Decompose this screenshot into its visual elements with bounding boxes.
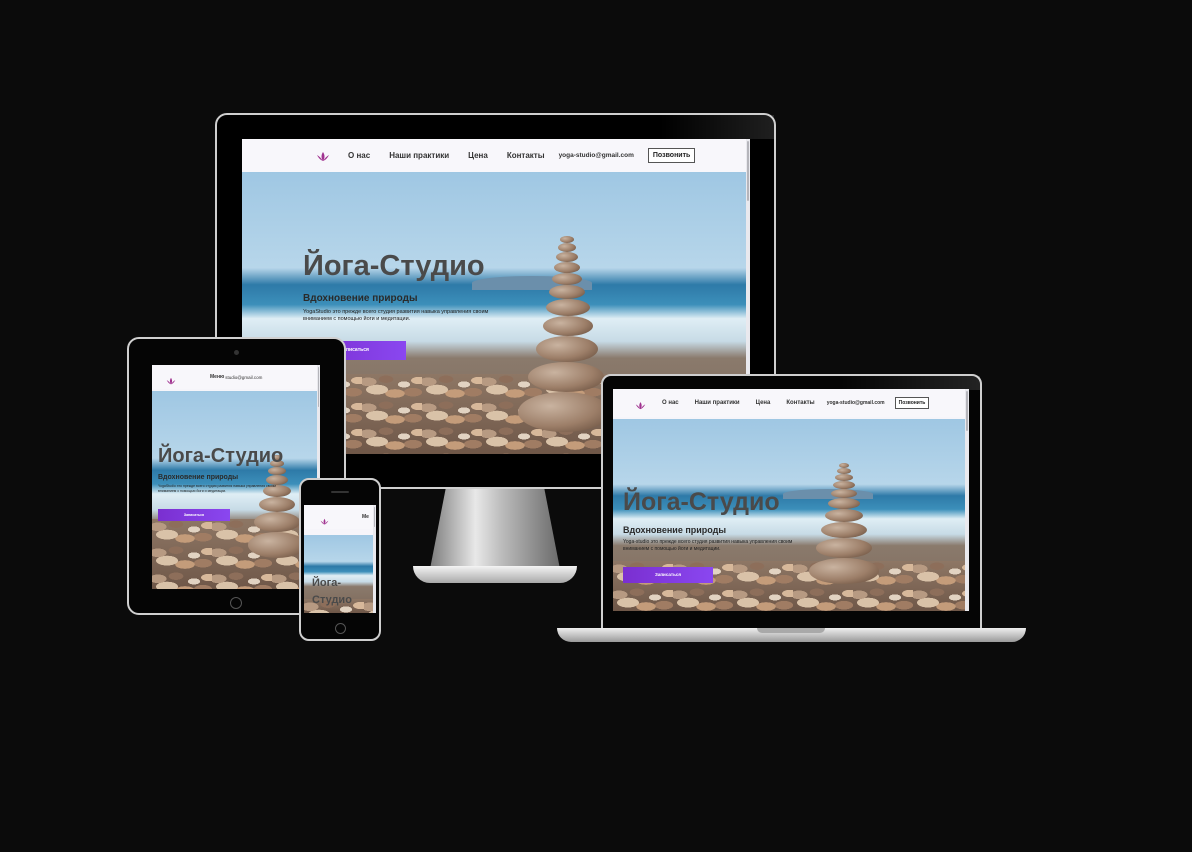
tablet-home-button[interactable] xyxy=(230,597,242,609)
lotus-icon[interactable] xyxy=(635,398,646,410)
nav-link-practices[interactable]: Наши практики xyxy=(695,400,740,406)
hero-description: Yoga-studio это прежде всего студия разв… xyxy=(623,539,793,552)
monitor-base xyxy=(413,566,577,583)
phone-home-button[interactable] xyxy=(335,623,346,634)
laptop-screen: О нас Наши практики Цена Контакты yoga-s… xyxy=(613,389,969,611)
nav-link-practices[interactable]: Наши практики xyxy=(389,151,449,160)
call-button[interactable]: Позвонить xyxy=(894,397,930,409)
hero-title-line2: Студио xyxy=(312,594,352,606)
hero-title: Йога-Студио xyxy=(623,488,780,516)
hero-description: YogaStudio это прежде всего студия разви… xyxy=(303,309,489,322)
tablet-hero: Йога-Студио Вдохновение природы YogaStud… xyxy=(152,391,320,589)
hero-title: Йога-Студио xyxy=(303,250,485,282)
tablet-email[interactable]: studio@gmail.com xyxy=(225,375,262,380)
lotus-icon[interactable] xyxy=(166,373,176,384)
nav-email[interactable]: yoga-studio@gmail.com xyxy=(559,152,634,159)
hero-title-line1: Йога- xyxy=(312,577,341,589)
tablet-menu-button[interactable]: Меню xyxy=(210,374,224,380)
phone-speaker xyxy=(331,491,349,493)
hero-subtitle: Вдохновение природы xyxy=(158,474,239,481)
lotus-icon[interactable] xyxy=(320,513,329,525)
laptop-hero: Йога-Студио Вдохновение природы Yoga-stu… xyxy=(613,419,969,611)
monitor-glare xyxy=(660,115,774,139)
phone-screen: Me Йога- Студио xyxy=(304,505,376,613)
laptop-notch xyxy=(757,628,825,633)
laptop-navbar: О нас Наши практики Цена Контакты yoga-s… xyxy=(613,389,969,417)
tablet-camera xyxy=(234,350,239,355)
laptop-scrollbar[interactable] xyxy=(965,389,969,611)
phone-scrollbar[interactable] xyxy=(373,505,376,613)
phone-navbar: Me xyxy=(304,505,376,529)
tablet-navbar: Меню studio@gmail.com xyxy=(152,365,320,389)
hero-description: YogaStudio это прежде всего студия разви… xyxy=(158,484,276,493)
nav-link-price[interactable]: Цена xyxy=(756,400,771,406)
lotus-icon[interactable] xyxy=(316,150,330,162)
nav-link-contacts[interactable]: Контакты xyxy=(786,400,814,406)
nav-email[interactable]: yoga-studio@gmail.com xyxy=(827,400,885,406)
hero-subtitle: Вдохновение природы xyxy=(623,525,727,535)
phone-hero: Йога- Студио xyxy=(304,535,376,613)
hero-title: Йога-Студио xyxy=(158,445,284,467)
nav-link-contacts[interactable]: Контакты xyxy=(507,151,545,160)
laptop-glare xyxy=(840,376,980,390)
nav-link-about[interactable]: О нас xyxy=(348,151,370,160)
nav-link-about[interactable]: О нас xyxy=(662,400,679,406)
nav-link-price[interactable]: Цена xyxy=(468,151,488,160)
signup-button[interactable]: Записаться xyxy=(158,509,230,521)
stone-cairn xyxy=(809,463,879,611)
hero-subtitle: Вдохновение природы xyxy=(303,293,418,304)
desktop-navbar: О нас Наши практики Цена Контакты yoga-s… xyxy=(242,139,750,172)
call-button[interactable]: Позвонить xyxy=(647,148,696,163)
phone-menu-button[interactable]: Me xyxy=(362,514,369,520)
signup-button[interactable]: Записаться xyxy=(623,567,713,583)
tablet-screen: Меню studio@gmail.com Йога-Студио Вдохно… xyxy=(152,365,320,589)
monitor-stand xyxy=(430,489,560,569)
